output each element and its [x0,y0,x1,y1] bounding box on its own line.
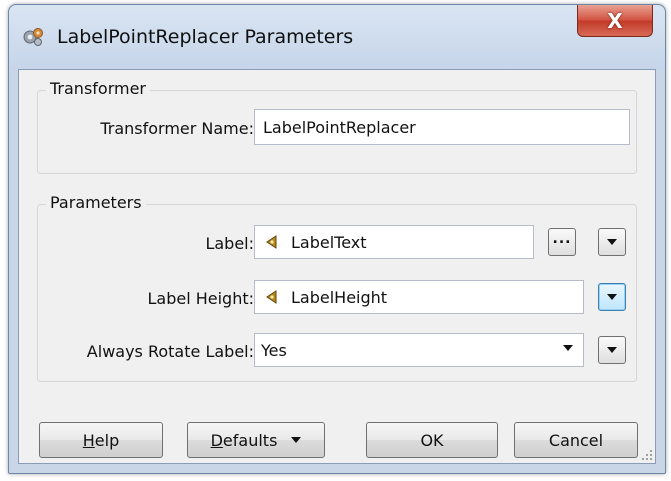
label-height-param-value: LabelHeight [291,287,388,307]
transformer-group-legend: Transformer [46,79,151,98]
defaults-button[interactable]: Defaults [187,422,325,458]
label-height-dropdown-button[interactable] [598,283,626,311]
defaults-label: efaults [222,430,278,450]
help-button[interactable]: Help [39,422,163,458]
dropdown-arrow-icon [607,294,617,300]
transformer-group: Transformer Transformer Name: LabelPoint… [37,79,637,174]
label-param-value: LabelText [291,232,367,252]
always-rotate-label: Always Rotate Label: [86,342,254,361]
transformer-name-label: Transformer Name: [100,119,254,138]
window-title: LabelPointReplacer Parameters [57,26,354,48]
title-bar[interactable]: LabelPointReplacer Parameters X [9,5,665,69]
label-param-input[interactable]: LabelText [254,225,534,259]
attribute-icon [266,290,277,304]
cancel-button[interactable]: Cancel [514,422,638,458]
label-param-label: Label: [205,234,254,253]
label-dropdown-button[interactable] [598,228,626,256]
chevron-down-icon [291,437,302,443]
always-rotate-dropdown-button[interactable] [598,336,626,364]
dialog-window: LabelPointReplacer Parameters X Transfor… [8,4,666,474]
help-label: elp [94,430,120,450]
always-rotate-value: Yes [261,340,287,360]
parameters-group: Parameters Label: LabelText ... Label He… [37,193,637,382]
ellipsis-icon: ... [552,231,572,247]
combo-arrow-icon [563,345,573,351]
dropdown-arrow-icon [607,347,617,353]
always-rotate-select[interactable]: Yes [254,333,584,367]
ok-button[interactable]: OK [366,422,498,458]
defaults-mnemonic: D [210,430,223,450]
help-mnemonic: H [82,430,95,450]
label-height-param-label: Label Height: [147,289,254,308]
label-ellipsis-button[interactable]: ... [548,228,576,256]
resize-grip-icon[interactable] [641,449,653,461]
ok-label: OK [420,430,444,450]
cancel-label: Cancel [548,430,604,450]
close-button[interactable]: X [577,5,653,37]
label-height-param-input[interactable]: LabelHeight [254,280,584,314]
transformer-gear-icon [23,28,43,46]
close-icon: X [607,8,623,33]
transformer-name-value: LabelPointReplacer [263,117,416,137]
dialog-client-area: Transformer Transformer Name: LabelPoint… [18,69,656,464]
parameters-group-legend: Parameters [46,193,146,212]
transformer-name-input[interactable]: LabelPointReplacer [254,109,630,145]
dropdown-arrow-icon [607,239,617,245]
attribute-icon [266,235,277,249]
